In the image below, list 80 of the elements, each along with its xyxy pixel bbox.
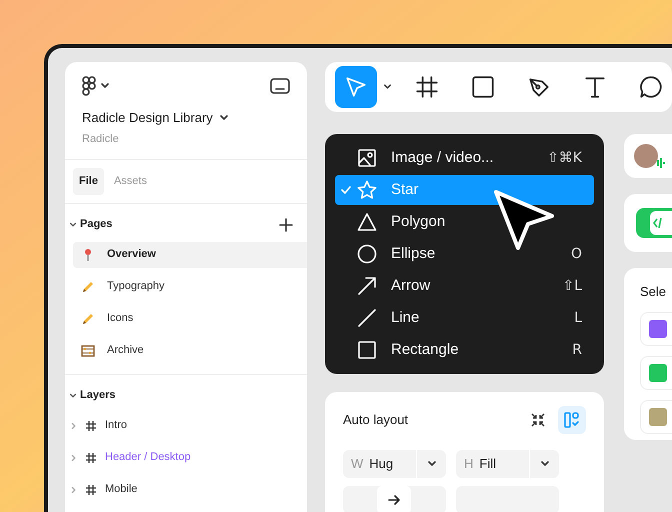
tab[interactable]: File bbox=[73, 168, 104, 194]
frame-icon bbox=[85, 420, 97, 432]
pencil-icon bbox=[81, 312, 95, 326]
panel-title: Auto layout bbox=[343, 411, 408, 430]
layer-label: Mobile bbox=[105, 482, 138, 498]
layer-label: Intro bbox=[105, 418, 128, 434]
page-item[interactable]: Archive bbox=[73, 338, 307, 364]
shortcut-label: ⇧⌘K bbox=[547, 148, 582, 168]
abacus-icon bbox=[81, 344, 95, 358]
frame-icon bbox=[85, 452, 97, 464]
chevron-icon[interactable] bbox=[69, 392, 77, 400]
menu-label: Polygon bbox=[391, 212, 446, 232]
layout-icon bbox=[563, 411, 581, 429]
field-value: Fill bbox=[479, 455, 497, 474]
menu-label: Rectangle bbox=[391, 340, 460, 360]
menu-item[interactable]: Rectangle R bbox=[335, 335, 594, 365]
chevron-icon[interactable] bbox=[69, 220, 77, 228]
frame-icon bbox=[85, 484, 97, 496]
field-prefix: W bbox=[351, 455, 364, 474]
field-value: Hug bbox=[369, 455, 394, 474]
menu-item[interactable]: Ellipse O bbox=[335, 239, 594, 269]
arrow-right-icon[interactable] bbox=[387, 493, 401, 507]
shortcut-label: R bbox=[572, 340, 582, 360]
layer-label: Header / Desktop bbox=[105, 450, 191, 466]
shortcut-label: L bbox=[574, 308, 582, 328]
frame-icon bbox=[414, 74, 440, 100]
layer-item[interactable]: Mobile bbox=[65, 476, 307, 502]
height-field[interactable]: H Fill bbox=[456, 450, 559, 478]
avatar bbox=[634, 144, 658, 168]
arrow-icon bbox=[357, 276, 377, 296]
rectangle-icon bbox=[470, 74, 496, 100]
menu-label: Line bbox=[391, 308, 420, 328]
line-icon bbox=[357, 308, 377, 328]
polygon-icon bbox=[357, 212, 377, 232]
menu-item[interactable]: Arrow ⇧L bbox=[335, 271, 594, 301]
microphone-level-icon bbox=[656, 157, 666, 169]
shortcut-label: ⇧L bbox=[562, 276, 582, 296]
page-item[interactable]: Overview bbox=[73, 242, 307, 268]
check-icon bbox=[341, 185, 351, 195]
pointer-tool[interactable] bbox=[335, 66, 377, 108]
page-item[interactable]: Typography bbox=[73, 274, 307, 300]
width-field[interactable]: W Hug bbox=[343, 450, 446, 478]
section-title: Layers bbox=[80, 388, 116, 404]
layer-item[interactable]: Header / Desktop bbox=[65, 444, 307, 470]
collapse-icon[interactable] bbox=[530, 412, 546, 428]
chevron-icon[interactable] bbox=[540, 459, 550, 469]
logo-icon[interactable] bbox=[82, 76, 96, 96]
menu-item[interactable]: Image / video... ⇧⌘K bbox=[335, 143, 594, 173]
image-icon bbox=[357, 148, 377, 168]
layout-button[interactable] bbox=[558, 406, 586, 434]
section-title: Pages bbox=[80, 217, 112, 232]
menu-label: Arrow bbox=[391, 276, 432, 296]
chevron-icon[interactable] bbox=[426, 459, 436, 469]
ellipse-icon bbox=[357, 244, 377, 264]
menu-label: Star bbox=[391, 180, 420, 200]
rectangle-icon bbox=[357, 340, 377, 360]
page-label: Archive bbox=[107, 343, 144, 358]
field-prefix: H bbox=[464, 455, 474, 474]
team-name: Radicle bbox=[81, 132, 120, 146]
file-title: Radicle Design Library bbox=[82, 109, 213, 127]
shortcut-label: O bbox=[570, 244, 582, 264]
page-label: Typography bbox=[107, 279, 164, 294]
pencil-icon bbox=[81, 280, 95, 294]
chevron-icon[interactable] bbox=[218, 112, 229, 123]
page-label: Overview bbox=[107, 247, 156, 262]
plus-icon[interactable] bbox=[279, 218, 293, 232]
panel-toggle-icon[interactable] bbox=[270, 78, 290, 94]
page-label: Icons bbox=[107, 311, 134, 326]
star-icon bbox=[357, 180, 377, 200]
cursor-icon bbox=[492, 188, 556, 252]
menu-label: Image / video... bbox=[391, 148, 495, 168]
menu-item[interactable]: Line L bbox=[335, 303, 594, 333]
menu-item[interactable]: Polygon bbox=[335, 207, 594, 237]
card-title: Sele bbox=[640, 283, 668, 301]
comment-icon bbox=[638, 74, 664, 100]
code-toggle[interactable] bbox=[636, 208, 672, 238]
layer-item[interactable]: Intro bbox=[65, 412, 307, 438]
chevron-icon[interactable] bbox=[100, 81, 110, 91]
page-item[interactable]: Icons bbox=[73, 306, 307, 332]
menu-label: Ellipse bbox=[391, 244, 436, 264]
